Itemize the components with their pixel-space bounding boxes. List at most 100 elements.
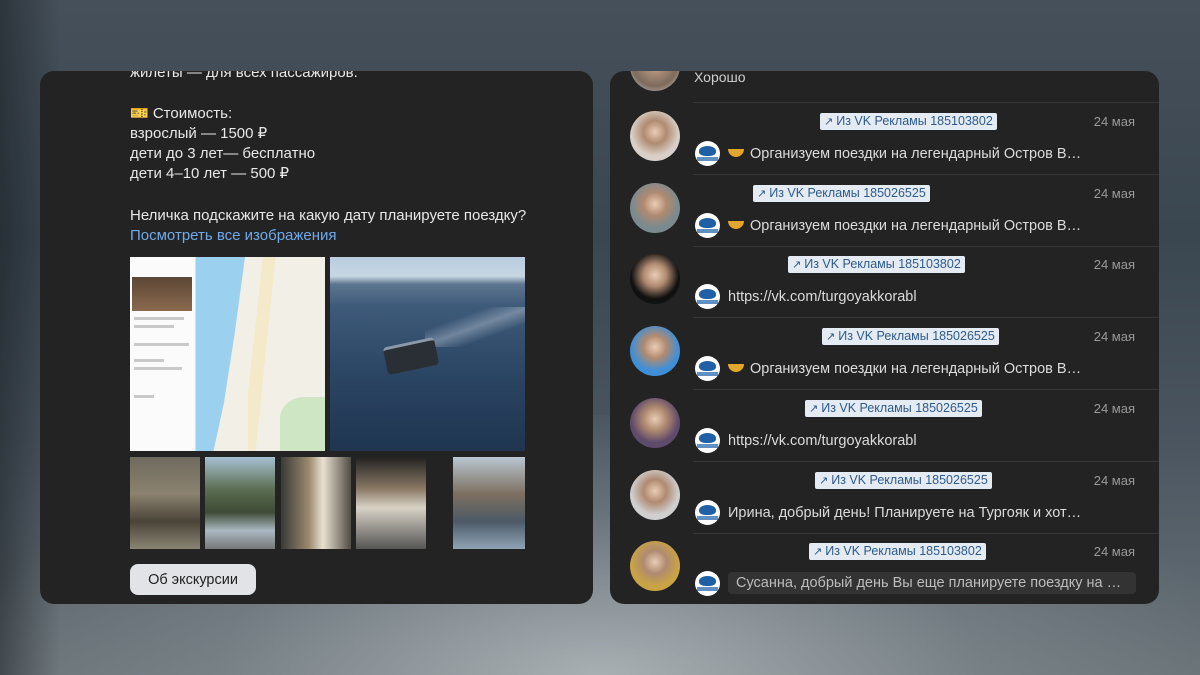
chip-label: Из VK Рекламы 185103802 [825, 544, 982, 559]
chat-row[interactable]: ↗ Из VK Рекламы 185026525 24 мая https://vk… [610, 390, 1159, 462]
logo-wave [699, 432, 716, 443]
post-question: Неличка подскажите на какую дату планиру… [130, 207, 527, 224]
map-screenshot-image[interactable] [130, 257, 325, 451]
chat-row[interactable]: ↗ Из VK Рекламы 185026525 24 мая Организуем… [610, 318, 1159, 391]
external-link-arrow-icon: ↗ [824, 116, 834, 128]
avatar [630, 111, 680, 161]
message-preview: https://vk.com/turgoyakkorabl [728, 433, 917, 449]
map-text-line [134, 395, 154, 398]
chip-label: Из VK Рекламы 185103802 [804, 257, 961, 272]
avatar [630, 182, 680, 233]
message-date: 24 мая [1093, 544, 1135, 560]
post-panel: жилеты — для всех пассажиров. 🎫 Стоимост… [40, 71, 593, 604]
ad-source-chip[interactable]: ↗ Из VK Рекламы 185103802 [809, 543, 986, 561]
message-preview-text: https://vk.com/turgoyakkorabl [728, 432, 917, 449]
external-link-arrow-icon: ↗ [826, 331, 836, 344]
chip-label: Из VK Рекламы 185026525 [831, 472, 988, 487]
chat-list-panel: Хорошо ↗ Из VK Рекламы 185103802 24 мая Орг… [610, 71, 1159, 604]
chip-label: Из VK Рекламы 185026525 [769, 185, 926, 200]
community-logo-icon [695, 212, 720, 238]
logo-wave [699, 361, 716, 372]
post-text-line: дети 4–10 лет — 500 ₽ [130, 165, 290, 182]
community-logo-icon [695, 284, 720, 310]
chip-label: Из VK Рекламы 185026525 [838, 329, 995, 344]
ad-source-chip[interactable]: ↗ Из VK Рекламы 185103802 [788, 256, 965, 274]
external-link-arrow-icon: ↗ [809, 402, 819, 415]
chat-row[interactable]: ↗ Из VK Рекламы 185026525 24 мая Ирина, доб… [610, 462, 1159, 534]
photo-thumbnail[interactable] [281, 457, 351, 549]
avatar [630, 254, 680, 305]
boat-emoji-icon [728, 364, 744, 373]
message-preview-text: Организуем поездки на легендарный Остров… [750, 146, 1088, 162]
message-date: 24 мая [1093, 185, 1135, 201]
community-logo-icon [695, 141, 720, 166]
avatar [630, 326, 680, 377]
boat-emoji-icon [728, 149, 744, 158]
message-preview: Хорошо [694, 71, 746, 85]
chat-row[interactable]: ↗ Из VK Рекламы 185026525 24 мая Организуем… [610, 175, 1159, 247]
map-text-line [134, 325, 174, 328]
logo-text [697, 372, 718, 377]
post-text-line: жилеты — для всех пассажиров. [130, 71, 358, 81]
map-text-line [134, 359, 164, 362]
message-preview: Ирина, добрый день! Планируете на Тургоя… [728, 505, 1088, 521]
message-date: 24 мая [1093, 329, 1135, 345]
message-preview-text: Ирина, добрый день! Планируете на Тургоя… [728, 504, 1088, 521]
chat-row[interactable]: ↗ Из VK Рекламы 185103802 24 мая Сусанна, д… [610, 533, 1159, 604]
ad-source-chip[interactable]: ↗ Из VK Рекламы 185026525 [805, 399, 982, 417]
ad-source-chip[interactable]: ↗ Из VK Рекламы 185026525 [822, 328, 999, 346]
message-date: 24 мая [1093, 400, 1135, 416]
logo-wave [699, 289, 716, 300]
boat [382, 336, 440, 376]
logo-wave [699, 576, 716, 587]
community-logo-icon [695, 571, 720, 597]
message-preview-text: Организуем поездки на легендарный Остров… [750, 217, 1088, 234]
message-date: 24 мая [1093, 472, 1135, 488]
photo-thumbnail[interactable] [130, 457, 200, 549]
map-text-line [134, 317, 184, 320]
post-text-line: 🎫 Стоимость: [130, 105, 233, 122]
photo-thumbnail[interactable] [205, 457, 275, 549]
about-excursion-button[interactable]: Об экскурсии [130, 564, 256, 595]
chat-row[interactable]: ↗ Из VK Рекламы 185103802 24 мая https://vk… [610, 246, 1159, 319]
ad-source-chip[interactable]: ↗ Из VK Рекламы 185026525 [753, 184, 930, 202]
logo-text [697, 587, 718, 592]
photo-thumbnail[interactable] [453, 457, 525, 549]
logo-text [697, 515, 718, 520]
avatar [630, 469, 680, 520]
community-logo-icon [695, 356, 720, 382]
community-logo-icon [695, 427, 720, 453]
external-link-arrow-icon: ↗ [819, 474, 829, 487]
boat-emoji-icon [728, 220, 744, 229]
message-preview-text: Организуем поездки на легендарный Остров… [750, 361, 1088, 378]
community-logo-icon [695, 499, 720, 525]
ad-source-chip[interactable]: ↗ Из VK Рекламы 185103802 [820, 113, 997, 130]
logo-wave [699, 217, 716, 228]
external-link-arrow-icon: ↗ [813, 546, 823, 559]
external-link-arrow-icon: ↗ [757, 187, 767, 200]
message-preview-text: Сусанна, добрый день Вы еще планируете п… [736, 575, 1136, 592]
logo-text [697, 157, 718, 161]
lake-boat-photo[interactable] [330, 257, 525, 451]
logo-text [697, 228, 718, 233]
message-preview: Организуем поездки на легендарный Остров… [728, 146, 1088, 162]
chat-row[interactable]: ↗ Из VK Рекламы 185103802 24 мая Организуем… [610, 103, 1159, 175]
photo-thumbnail[interactable] [356, 457, 426, 549]
external-link-arrow-icon: ↗ [792, 259, 802, 272]
boat-wake [425, 307, 525, 347]
logo-wave [699, 504, 716, 515]
ad-source-chip[interactable]: ↗ Из VK Рекламы 185026525 [815, 471, 992, 489]
avatar [630, 397, 680, 448]
house-photo [132, 277, 192, 311]
avatar [630, 71, 680, 91]
post-text-line: взрослый — 1500 ₽ [130, 125, 268, 142]
chat-row[interactable]: Хорошо [610, 71, 1159, 103]
map-park [280, 397, 325, 451]
view-all-images-link[interactable]: Посмотреть все изображения [130, 226, 337, 247]
message-preview-text: https://vk.com/turgoyakkorabl [728, 289, 917, 306]
message-date: 24 мая [1093, 257, 1135, 273]
map-info-card [130, 257, 196, 451]
chip-label: Из VK Рекламы 185103802 [836, 114, 993, 128]
message-preview: Организуем поездки на легендарный Остров… [728, 361, 1088, 377]
logo-wave [699, 146, 716, 156]
